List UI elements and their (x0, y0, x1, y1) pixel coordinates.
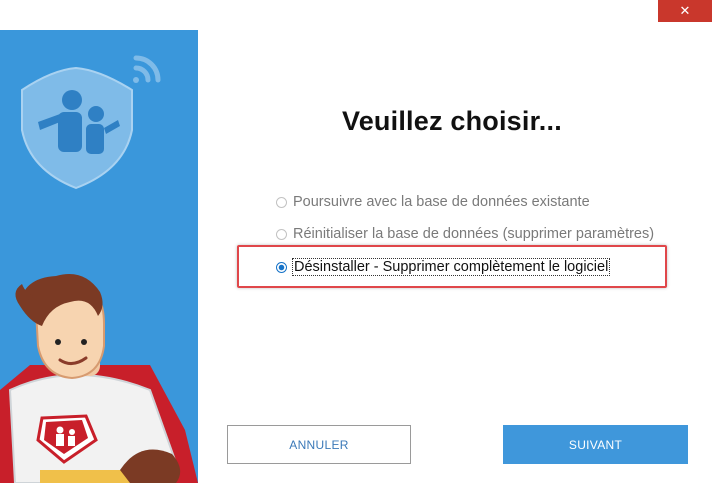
option-label: Réinitialiser la base de données (suppri… (293, 226, 655, 242)
close-button[interactable]: ✕ (658, 0, 712, 22)
cancel-button-label: ANNULER (289, 437, 349, 452)
option-uninstall[interactable]: Désinstaller - Supprimer complètement le… (276, 256, 611, 278)
option-keep-database[interactable]: Poursuivre avec la base de données exist… (276, 191, 590, 213)
mascot-superhero (0, 274, 198, 483)
shield-logo-icon (21, 66, 133, 190)
cancel-button[interactable]: ANNULER (227, 425, 411, 464)
sidebar-illustration (0, 55, 198, 483)
option-label: Désinstaller - Supprimer complètement le… (291, 258, 611, 276)
title-bar: ✕ (0, 0, 712, 30)
wifi-signal-icon (133, 55, 161, 83)
option-label: Poursuivre avec la base de données exist… (293, 194, 590, 210)
option-reset-database[interactable]: Réinitialiser la base de données (suppri… (276, 223, 654, 245)
next-button-label: SUIVANT (568, 437, 623, 452)
radio-button[interactable] (276, 228, 287, 240)
next-button[interactable]: SUIVANT (503, 425, 688, 464)
sidebar-branding (0, 30, 198, 483)
dialog-title: Veuillez choisir... (342, 106, 562, 136)
radio-button[interactable] (276, 196, 287, 208)
radio-button-selected[interactable] (276, 261, 287, 273)
close-icon: ✕ (679, 3, 691, 18)
